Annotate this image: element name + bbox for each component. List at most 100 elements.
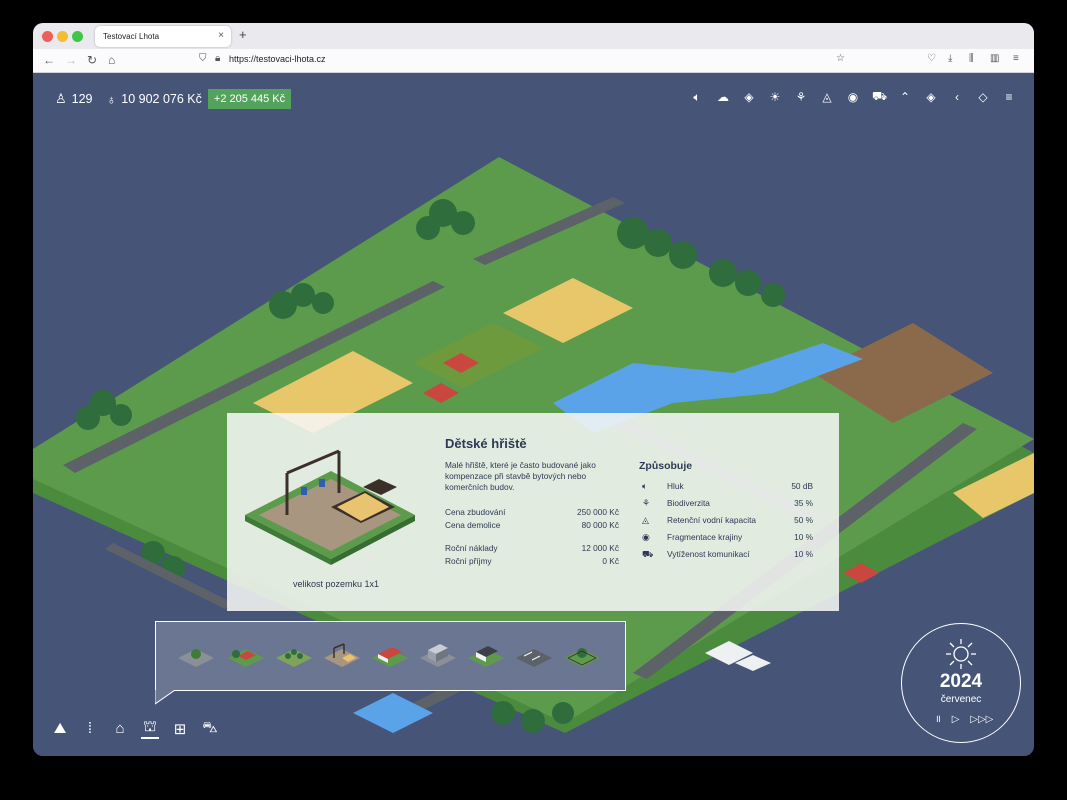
fast-forward-icon[interactable]: ▷▷▷	[970, 714, 993, 725]
maximize-window-button[interactable]	[72, 31, 83, 42]
app-menu-icon[interactable]: ≡	[1013, 53, 1019, 64]
download-icon[interactable]: ⤓	[948, 53, 952, 64]
effect-label: Biodiverzita	[667, 498, 710, 508]
basket-icon[interactable]: ⛫	[141, 718, 159, 739]
build-item-park-building[interactable]	[176, 640, 216, 670]
cost-row: Roční příjmy 0 Kč	[445, 556, 619, 566]
cost-value: 12 000 Kč	[581, 543, 619, 553]
tractor-icon[interactable]: ⛍	[201, 719, 219, 738]
layers-icon[interactable]: ◈	[742, 90, 756, 104]
play-icon[interactable]: ▷	[952, 714, 960, 725]
income-badge: +2 205 445 Kč	[207, 89, 292, 109]
pocket-icon[interactable]: ♡	[927, 53, 936, 64]
browser-tab[interactable]: Testovací Lhota ×	[95, 26, 231, 47]
cost-label: Cena demolice	[445, 520, 501, 530]
cost-row: Cena demolice 80 000 Kč	[445, 520, 619, 530]
close-window-button[interactable]	[42, 31, 53, 42]
build-menu-pointer	[155, 690, 175, 705]
effect-label: Vytíženost komunikací	[667, 549, 750, 559]
build-item-green-park[interactable]	[562, 640, 602, 670]
url-bar[interactable]: https://testovaci-lhota.cz	[229, 54, 326, 64]
effect-value: 50 dB	[791, 481, 813, 491]
cloud-icon[interactable]: ☁︎	[716, 90, 730, 104]
bookmark-star-icon[interactable]: ☆	[836, 53, 845, 64]
building-description: Malé hřiště, které je často budované jak…	[445, 460, 596, 492]
menu-icon[interactable]: ≡	[1002, 90, 1016, 104]
pause-icon[interactable]: ॥	[935, 714, 941, 725]
cost-label: Roční náklady	[445, 543, 498, 553]
layers-stack-icon[interactable]: ◇	[976, 90, 990, 104]
biodiversity-icon[interactable]: ⚘	[794, 90, 808, 104]
plot-size-label: velikost pozemku 1x1	[293, 579, 380, 589]
clock-month: červenec	[940, 694, 982, 705]
shield-icon[interactable]: ⛉	[199, 53, 207, 64]
effect-value: 10 %	[794, 532, 813, 542]
water-drop-icon[interactable]: ◬	[820, 90, 834, 104]
cost-label: Cena zbudování	[445, 507, 506, 517]
build-item-office-building[interactable]	[418, 640, 458, 670]
build-item-modern-house[interactable]	[466, 640, 506, 670]
build-menu	[155, 621, 626, 691]
build-item-family-house[interactable]	[226, 640, 266, 670]
effect-label: Retenční vodní kapacita	[667, 515, 757, 525]
effect-label: Hluk	[667, 481, 684, 491]
layers-icon-2[interactable]: ◈	[924, 90, 938, 104]
factory-icon[interactable]: ⊞	[171, 720, 189, 738]
building-info-panel: velikost pozemku 1x1 Dětské hřiště Malé …	[227, 413, 839, 611]
sound-icon: 🔈︎	[642, 481, 648, 491]
library-icon[interactable]: ⫼	[969, 53, 974, 64]
speed-controls: ॥ ▷ ▷▷▷	[935, 711, 1001, 725]
eye-icon[interactable]: ◉	[846, 90, 860, 104]
building-title: Dětské hřiště	[445, 436, 527, 451]
effect-row: ⛟ Vytíženost komunikací 10 %	[639, 549, 813, 561]
browser-window: Testovací Lhota × + ← → ↻ ⌂ ⛉ 🔒︎ https:/…	[33, 23, 1034, 756]
back-icon[interactable]: ←	[43, 53, 55, 67]
tab-title: Testovací Lhota	[103, 32, 160, 41]
tab-close-button[interactable]: ×	[218, 30, 224, 41]
home-icon[interactable]: ⌂	[111, 720, 129, 737]
extensions-icon[interactable]: ▥	[990, 53, 999, 64]
reload-icon[interactable]: ↻	[87, 53, 97, 67]
cost-label: Roční příjmy	[445, 556, 492, 566]
effect-row: ⚘ Biodiverzita 35 %	[639, 498, 813, 510]
road-icon[interactable]: ⁞	[81, 720, 99, 737]
forward-icon[interactable]: →	[65, 53, 77, 67]
landscape-icon[interactable]: ⛰︎	[51, 720, 69, 737]
game-canvas[interactable]: ♙ 129 ♁ 10 902 076 Kč +2 205 445 Kč 🔈︎ ☁…	[33, 73, 1034, 756]
effect-row: 🔈︎ Hluk 50 dB	[639, 481, 813, 493]
layer-toolbar: 🔈︎ ☁︎ ◈ ☀︎ ⚘ ◬ ◉ ⛟ ⌃ ◈ ‹ ◇ ≡	[678, 89, 1016, 105]
piggy-bank-icon: ♁	[106, 91, 117, 107]
build-item-playground[interactable]	[322, 640, 362, 670]
home-icon[interactable]: ⌂	[108, 53, 115, 67]
nav-bar: ← → ↻ ⌂ ⛉ 🔒︎ https://testovaci-lhota.cz …	[33, 49, 1034, 73]
biodiversity-icon: ⚘	[642, 498, 651, 508]
population-icon: ♙	[55, 91, 67, 106]
cost-value: 250 000 Kč	[577, 507, 619, 517]
eye-icon: ◉	[642, 532, 650, 542]
effect-value: 50 %	[794, 515, 813, 525]
mountain-icon[interactable]: ⌃	[898, 90, 912, 104]
effect-row: ◉ Fragmentace krajiny 10 %	[639, 532, 813, 544]
car-icon[interactable]: ⛟	[872, 89, 887, 105]
clock-year: 2024	[939, 671, 983, 692]
build-item-red-roof-house[interactable]	[370, 640, 410, 670]
sun-icon	[946, 639, 976, 669]
tab-bar: Testovací Lhota × +	[33, 23, 1034, 49]
hud-stats: ♙ 129 ♁ 10 902 076 Kč +2 205 445 Kč	[55, 88, 292, 110]
car-icon: ⛟	[642, 549, 654, 559]
cost-value: 80 000 Kč	[581, 520, 619, 530]
sound-icon[interactable]: 🔈︎	[690, 90, 704, 105]
cost-value: 0 Kč	[602, 556, 619, 566]
chevron-left-icon[interactable]: ‹	[950, 90, 964, 104]
sun-icon[interactable]: ☀︎	[768, 90, 782, 104]
lock-icon[interactable]: 🔒︎	[215, 53, 220, 64]
build-item-garden-plot[interactable]	[274, 640, 314, 670]
date-clock: 2024 červenec ॥ ▷ ▷▷▷	[901, 623, 1021, 743]
build-item-parking-lot[interactable]	[514, 640, 554, 670]
water-drop-icon: ◬	[642, 515, 649, 525]
new-tab-button[interactable]: +	[239, 27, 247, 42]
effect-value: 35 %	[794, 498, 813, 508]
effects-title: Způsobuje	[639, 460, 693, 472]
minimize-window-button[interactable]	[57, 31, 68, 42]
building-preview	[245, 449, 415, 565]
